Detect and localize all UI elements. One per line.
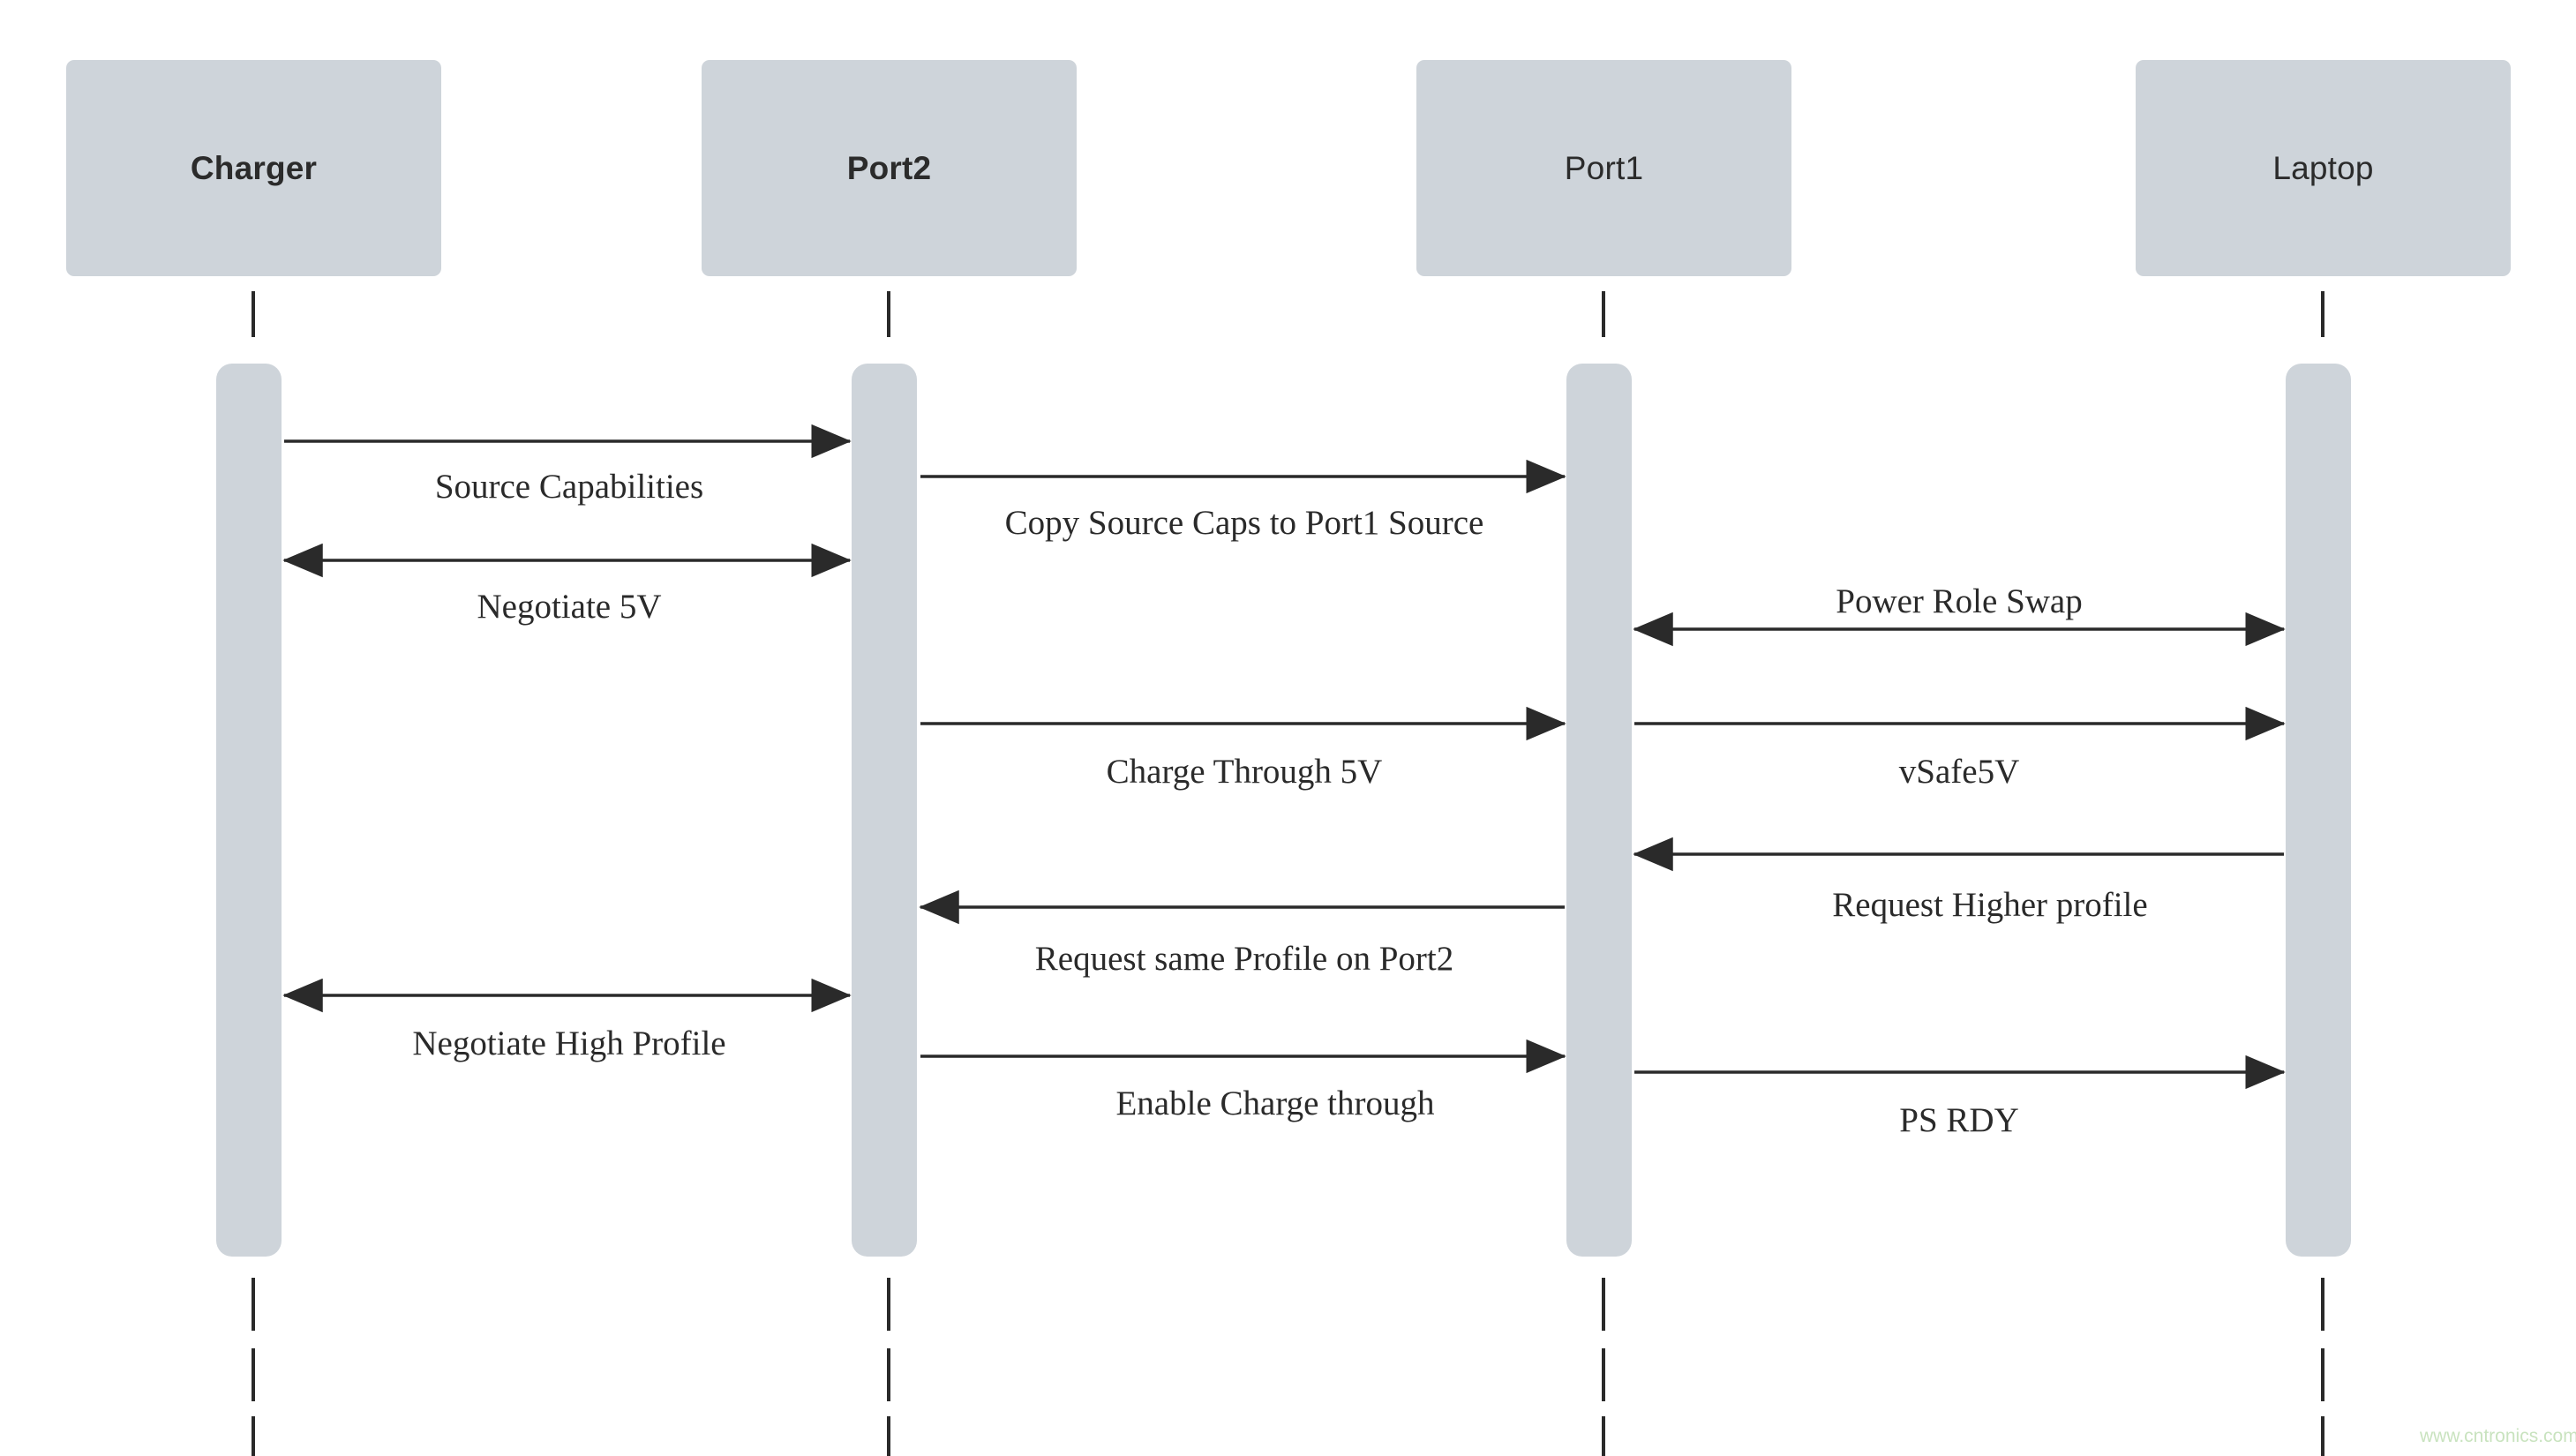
message-label-enable-charge-through: Enable Charge through [1115, 1084, 1435, 1122]
message-label-charge-through-5v: Charge Through 5V [1106, 753, 1383, 791]
message-label-copy-source-caps: Copy Source Caps to Port1 Source [1004, 504, 1484, 542]
activation-bar-port1[interactable] [1566, 364, 1632, 1257]
participant-label-charger: Charger [190, 150, 318, 186]
participant-box-port2[interactable]: Port2 [702, 60, 1077, 276]
message-label-vsafe5v: vSafe5V [1898, 753, 2020, 791]
message-label-power-role-swap: Power Role Swap [1836, 582, 2083, 620]
message-label-source-capabilities: Source Capabilities [434, 468, 704, 506]
message-label-negotiate-high-profile: Negotiate High Profile [412, 1024, 726, 1062]
participant-label-port2: Port2 [846, 150, 932, 186]
lifelines-layer [252, 291, 2324, 1456]
message-label-request-same-profile-port2: Request same Profile on Port2 [1034, 940, 1454, 978]
activation-bar-port2[interactable] [852, 364, 917, 1257]
participant-label-port1: Port1 [1564, 150, 1644, 186]
sequence-diagram-canvas: Charger Port2 Port1 Laptop Source Capabilit… [0, 0, 2576, 1456]
activation-bar-charger[interactable] [216, 364, 282, 1257]
activation-bar-laptop[interactable] [2286, 364, 2351, 1257]
site-watermark: www.cntronics.com [2420, 1426, 2576, 1446]
message-label-request-higher-profile: Request Higher profile [1832, 886, 2148, 924]
participant-box-port1[interactable]: Port1 [1416, 60, 1791, 276]
participant-box-laptop[interactable]: Laptop [2136, 60, 2511, 276]
participant-box-charger[interactable]: Charger [66, 60, 441, 276]
participant-label-laptop: Laptop [2272, 150, 2374, 186]
message-label-ps-rdy: PS RDY [1899, 1101, 2019, 1139]
message-label-negotiate-5v: Negotiate 5V [477, 588, 662, 626]
